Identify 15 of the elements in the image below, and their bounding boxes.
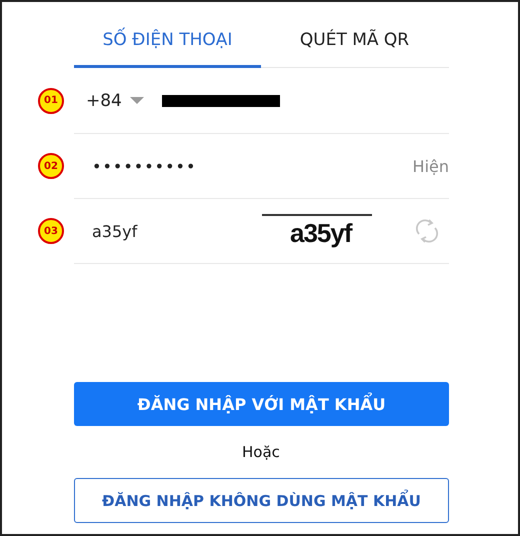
login-button[interactable]: ĐĂNG NHẬP VỚI MẬT KHẨU [74, 382, 449, 426]
separator-text: Hoặc [242, 443, 280, 461]
show-password-toggle[interactable]: Hiện [412, 156, 449, 176]
alt-login-button[interactable]: ĐĂNG NHẬP KHÔNG DÙNG MẬT KHẨU [74, 478, 449, 523]
country-code-dropdown[interactable]: +84 [86, 90, 144, 110]
caret-icon [130, 96, 144, 104]
step-badge: 03 [38, 218, 64, 244]
password-field[interactable]: •••••••••• [92, 156, 372, 176]
tab[interactable]: QUÉT MÃ QR [261, 2, 448, 68]
step-badge: 01 [38, 88, 64, 114]
captcha-field[interactable]: a35yf [92, 222, 232, 240]
tab[interactable]: SỐ ĐIỆN THOẠI [74, 2, 261, 68]
step-badge: 02 [38, 153, 64, 179]
captcha-image: a35yf [262, 214, 372, 248]
refresh-icon[interactable] [415, 218, 439, 244]
